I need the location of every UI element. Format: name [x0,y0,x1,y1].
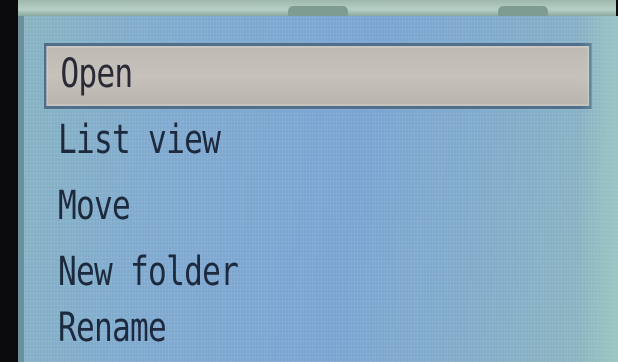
options-menu: Open List view Move New folder Rename [18,16,618,362]
options-menu-list: Open List view Move New folder Rename [44,43,592,347]
top-bar-tab [288,6,348,16]
menu-item-label: Open [60,51,133,97]
top-bar [18,0,616,16]
menu-item-label: Move [58,183,131,229]
menu-item-list-view[interactable]: List view [44,109,592,175]
menu-item-open[interactable]: Open [44,43,592,109]
menu-item-label: New folder [58,249,239,295]
menu-item-label: List view [58,117,221,163]
top-bar-tab [498,6,548,16]
menu-item-rename[interactable]: Rename [44,307,592,347]
menu-item-move[interactable]: Move [44,175,592,241]
menu-item-label: Rename [58,307,167,347]
menu-item-new-folder[interactable]: New folder [44,241,592,307]
phone-screen: Open List view Move New folder Rename [0,0,618,362]
